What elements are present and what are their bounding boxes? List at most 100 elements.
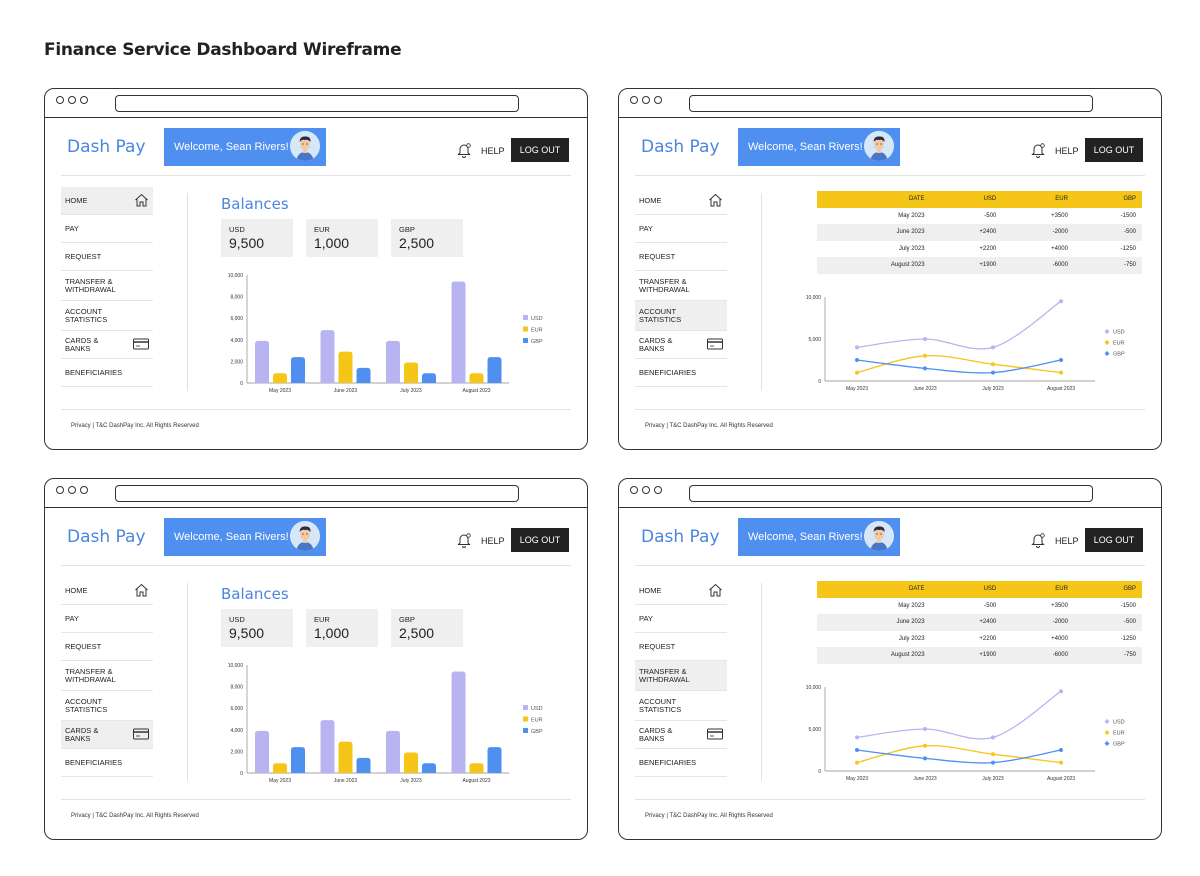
sidebar-item-account-statistics[interactable]: ACCOUNT STATISTICS xyxy=(61,301,153,331)
window-dot[interactable] xyxy=(642,486,650,494)
brand-logo[interactable]: Dash Pay xyxy=(641,527,720,547)
footer-text[interactable]: Privacy | T&C DashPay Inc. All Rights Re… xyxy=(71,423,199,429)
help-link[interactable]: HELP xyxy=(1055,146,1079,156)
home-icon xyxy=(708,583,723,599)
footer-divider xyxy=(61,799,571,800)
sidebar-item-pay[interactable]: PAY xyxy=(61,605,153,633)
sidebar-item-pay[interactable]: PAY xyxy=(61,215,153,243)
table-cell: -500 xyxy=(984,602,997,609)
logout-button[interactable]: LOG OUT xyxy=(511,138,569,162)
balance-card[interactable]: USD 9,500 xyxy=(221,609,293,647)
bell-icon[interactable] xyxy=(1031,532,1045,548)
sidebar-item-beneficiaries[interactable]: BENEFICIARIES xyxy=(635,359,727,387)
window-dot[interactable] xyxy=(56,486,64,494)
x-tick-label: August 2023 xyxy=(1047,386,1075,392)
balance-card[interactable]: GBP 2,500 xyxy=(391,219,463,257)
window-dot[interactable] xyxy=(630,96,638,104)
footer-text[interactable]: Privacy | T&C DashPay Inc. All Rights Re… xyxy=(645,813,773,819)
brand-logo[interactable]: Dash Pay xyxy=(67,527,146,547)
address-bar[interactable] xyxy=(689,95,1093,112)
sidebar-item-cards-banks[interactable]: CARDS & BANKS xyxy=(61,721,153,749)
avatar[interactable] xyxy=(864,521,894,551)
sidebar-item-transfer-withdrawal[interactable]: TRANSFER & WITHDRAWAL xyxy=(61,661,153,691)
sidebar-item-beneficiaries[interactable]: BENEFICIARIES xyxy=(61,359,153,387)
column-header[interactable]: DATE xyxy=(817,581,931,598)
bell-icon[interactable] xyxy=(457,532,471,548)
column-header[interactable]: EUR xyxy=(1002,191,1074,208)
avatar[interactable] xyxy=(290,131,320,161)
footer-text[interactable]: Privacy | T&C DashPay Inc. All Rights Re… xyxy=(645,423,773,429)
column-header[interactable]: USD xyxy=(930,191,1003,208)
sidebar-item-account-statistics[interactable]: ACCOUNT STATISTICS xyxy=(635,691,727,721)
table-row: August 2023 +1900 -6000 -750 xyxy=(817,257,1142,274)
window-dot[interactable] xyxy=(654,486,662,494)
table-header-row: DATE USD EUR GBP xyxy=(817,581,1142,598)
sidebar-item-transfer-withdrawal[interactable]: TRANSFER & WITHDRAWAL xyxy=(61,271,153,301)
sidebar-item-account-statistics[interactable]: ACCOUNT STATISTICS xyxy=(61,691,153,721)
window-dot[interactable] xyxy=(80,486,88,494)
window-dot[interactable] xyxy=(630,486,638,494)
point-gbp xyxy=(855,358,859,362)
point-gbp xyxy=(991,370,995,375)
sidebar-item-pay[interactable]: PAY xyxy=(635,215,727,243)
address-bar[interactable] xyxy=(115,95,519,112)
bell-icon[interactable] xyxy=(457,142,471,158)
column-header[interactable]: DATE xyxy=(817,191,931,208)
sidebar-item-home[interactable]: HOME xyxy=(635,577,727,605)
brand-logo[interactable]: Dash Pay xyxy=(67,137,146,157)
sidebar-item-beneficiaries[interactable]: BENEFICIARIES xyxy=(635,749,727,777)
line-usd xyxy=(856,690,1062,740)
window-dot[interactable] xyxy=(80,96,88,104)
window-dot[interactable] xyxy=(642,96,650,104)
window-dot[interactable] xyxy=(654,96,662,104)
avatar[interactable] xyxy=(290,521,320,551)
column-header[interactable]: GBP xyxy=(1073,581,1142,598)
brand-logo[interactable]: Dash Pay xyxy=(641,137,720,157)
legend-swatch xyxy=(523,728,528,733)
sidebar-item-home[interactable]: HOME xyxy=(61,187,153,215)
sidebar-item-request[interactable]: REQUEST xyxy=(61,243,153,271)
address-bar[interactable] xyxy=(115,485,519,502)
avatar[interactable] xyxy=(864,131,894,161)
balance-currency: USD xyxy=(229,615,245,624)
logout-button[interactable]: LOG OUT xyxy=(1085,138,1143,162)
legend-swatch xyxy=(523,338,528,343)
point-eur xyxy=(991,752,995,757)
sidebar-item-cards-banks[interactable]: CARDS & BANKS xyxy=(635,331,727,359)
sidebar-item-transfer-withdrawal[interactable]: TRANSFER & WITHDRAWAL xyxy=(635,661,727,691)
sidebar-item-pay[interactable]: PAY xyxy=(635,605,727,633)
sidebar-item-request[interactable]: REQUEST xyxy=(61,633,153,661)
sidebar-item-cards-banks[interactable]: CARDS & BANKS xyxy=(635,721,727,749)
window-dot[interactable] xyxy=(68,486,76,494)
balance-card[interactable]: GBP 2,500 xyxy=(391,609,463,647)
balance-card[interactable]: USD 9,500 xyxy=(221,219,293,257)
sidebar-item-cards-banks[interactable]: CARDS & BANKS xyxy=(61,331,153,359)
help-link[interactable]: HELP xyxy=(481,536,505,546)
window-dot[interactable] xyxy=(68,96,76,104)
table-header-row: DATE USD EUR GBP xyxy=(817,191,1142,208)
balances-title: Balances xyxy=(221,585,289,603)
window-dot[interactable] xyxy=(56,96,64,104)
sidebar-item-home[interactable]: HOME xyxy=(61,577,153,605)
sidebar-item-request[interactable]: REQUEST xyxy=(635,633,727,661)
table-cell: -1250 xyxy=(1120,635,1136,642)
help-link[interactable]: HELP xyxy=(481,146,505,156)
balance-card[interactable]: EUR 1,000 xyxy=(306,609,378,647)
bell-icon[interactable] xyxy=(1031,142,1045,158)
column-header[interactable]: EUR xyxy=(1002,581,1074,598)
balance-card[interactable]: EUR 1,000 xyxy=(306,219,378,257)
help-link[interactable]: HELP xyxy=(1055,536,1079,546)
address-bar[interactable] xyxy=(689,485,1093,502)
column-header[interactable]: USD xyxy=(930,581,1003,598)
sidebar-item-transfer-withdrawal[interactable]: TRANSFER & WITHDRAWAL xyxy=(635,271,727,301)
table-row: July 2023 +2200 +4000 -1250 xyxy=(817,631,1142,648)
sidebar-item-beneficiaries[interactable]: BENEFICIARIES xyxy=(61,749,153,777)
sidebar-item-home[interactable]: HOME xyxy=(635,187,727,215)
logout-button[interactable]: LOG OUT xyxy=(511,528,569,552)
sidebar-item-account-statistics[interactable]: ACCOUNT STATISTICS xyxy=(635,301,727,331)
sidebar-item-request[interactable]: REQUEST xyxy=(635,243,727,271)
column-header[interactable]: GBP xyxy=(1073,191,1142,208)
footer-text[interactable]: Privacy | T&C DashPay Inc. All Rights Re… xyxy=(71,813,199,819)
y-tick-label: 8,000 xyxy=(230,295,243,301)
logout-button[interactable]: LOG OUT xyxy=(1085,528,1143,552)
